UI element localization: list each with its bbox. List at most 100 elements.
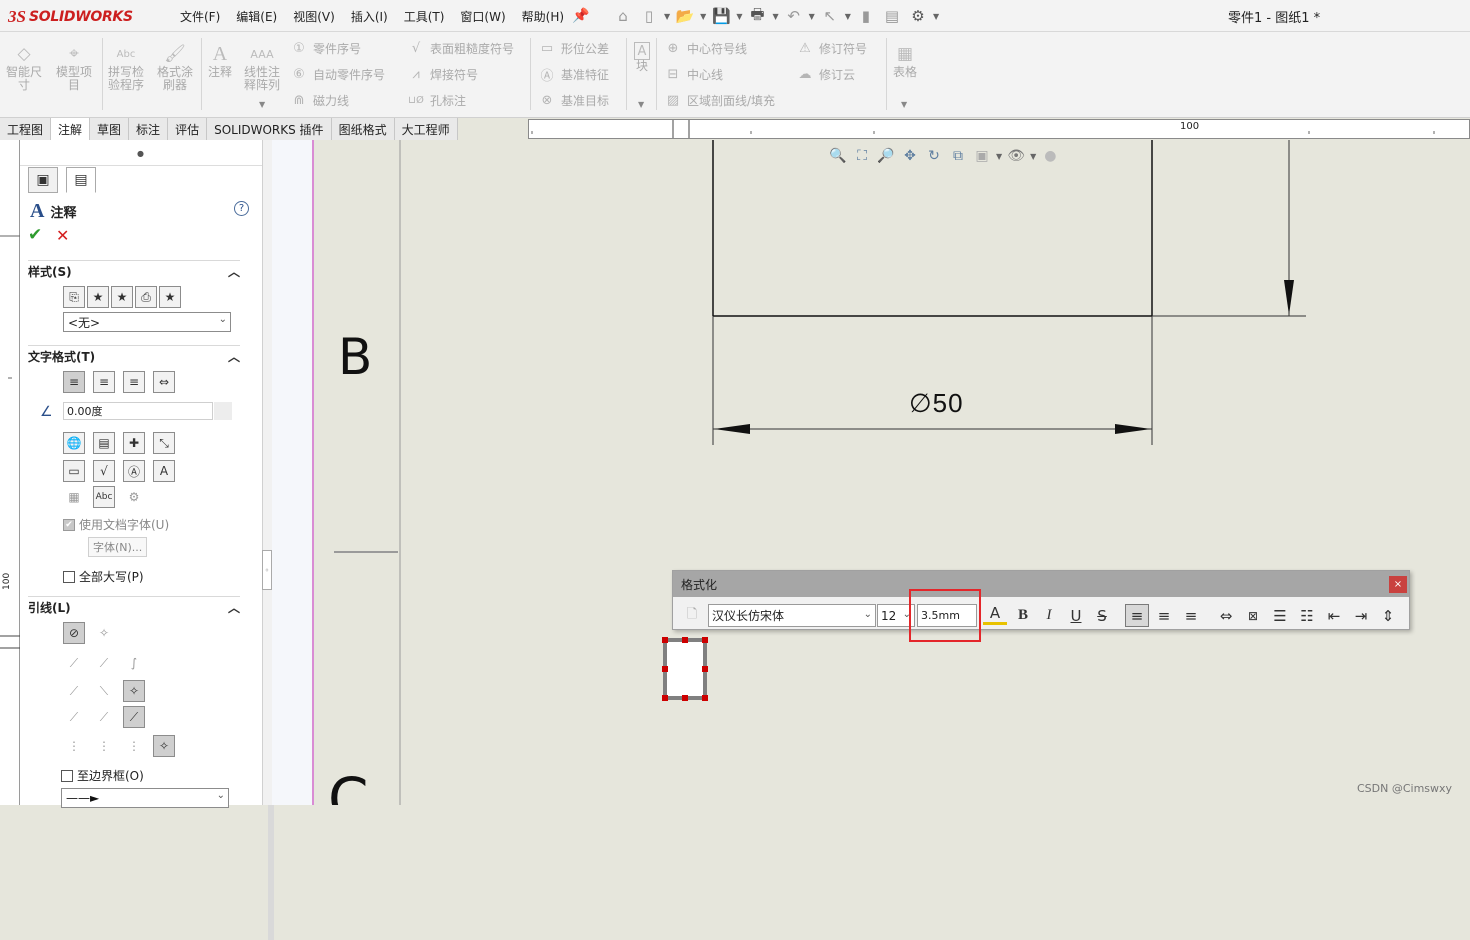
angle-input[interactable]: 0.00度	[63, 402, 213, 420]
hide-show-icon[interactable]: 👁	[1006, 146, 1026, 166]
tab-sketch[interactable]: 草图	[90, 118, 130, 140]
section-view-icon[interactable]: ⧉	[948, 146, 968, 166]
panel-splitter[interactable]	[262, 140, 272, 805]
select-cursor-icon[interactable]: ↖	[819, 5, 841, 27]
handle-icon[interactable]	[702, 666, 708, 672]
increase-indent-icon[interactable]: ⇥	[1349, 604, 1373, 627]
menu-insert[interactable]: 插入(I)	[351, 8, 388, 25]
leader-top-icon[interactable]: ⟋	[63, 706, 85, 728]
load-style-icon[interactable]: ★	[159, 286, 181, 308]
leader-left-icon[interactable]: ⟋	[63, 680, 85, 702]
save-dropdown-icon[interactable]: ▼	[736, 12, 742, 21]
block-button[interactable]: A 块	[620, 42, 664, 73]
stack-note-icon[interactable]: A	[153, 460, 175, 482]
close-icon[interactable]: ×	[1389, 576, 1407, 593]
tab-evaluate[interactable]: 评估	[168, 118, 208, 140]
table-dropdown-icon[interactable]: ▼	[901, 100, 907, 109]
menu-edit[interactable]: 编辑(E)	[236, 8, 277, 25]
save-style-icon[interactable]: ⎙	[135, 286, 157, 308]
rotate-icon[interactable]: ↻	[924, 146, 944, 166]
print-icon[interactable]: 🖶	[746, 5, 768, 27]
handle-icon[interactable]	[662, 695, 668, 701]
line-spacing-icon[interactable]: ⇕	[1376, 604, 1400, 627]
menu-file[interactable]: 文件(F)	[180, 8, 220, 25]
straight-leader-icon[interactable]: ⟋	[63, 652, 85, 674]
select-dropdown-icon[interactable]: ▼	[845, 12, 851, 21]
handle-icon[interactable]	[662, 637, 668, 643]
font-color-icon[interactable]: A	[983, 604, 1007, 625]
surface-finish-button[interactable]: √ 表面粗糙度符号	[407, 37, 514, 59]
surface-finish-small-icon[interactable]: √	[93, 460, 115, 482]
tab-feature-manager[interactable]: ▣	[28, 167, 58, 193]
use-document-font-checkbox[interactable]: ✔ 使用文档字体(U)	[63, 516, 169, 533]
tab-engineer[interactable]: 大工程师	[394, 118, 458, 140]
open-dropdown-icon[interactable]: ▼	[700, 12, 706, 21]
auto-balloon-button[interactable]: ⑥ 自动零件序号	[290, 63, 385, 85]
splitter-grip-icon[interactable]: ◦	[262, 550, 272, 590]
no-leader-icon[interactable]: ⊘	[63, 622, 85, 644]
tab-annotation[interactable]: 注解	[51, 118, 91, 140]
font-button[interactable]: 字体(N)...	[88, 537, 148, 557]
pattern-dropdown-icon[interactable]: ▼	[259, 100, 265, 109]
revision-cloud-button[interactable]: ☁ 修订云	[796, 63, 856, 85]
ok-button[interactable]: ✔	[28, 225, 42, 245]
fit-text-icon[interactable]: ⇔	[1214, 604, 1238, 627]
align-left-icon[interactable]: ≡	[1125, 604, 1149, 627]
text-style-icon[interactable]: 🗋	[680, 604, 704, 627]
table-button[interactable]: ▦ 表格	[882, 42, 928, 79]
insert-hyperlink-icon[interactable]: 🌐	[63, 432, 85, 454]
add-style-icon[interactable]: ★	[87, 286, 109, 308]
tab-sheet-format[interactable]: 图纸格式	[331, 118, 395, 140]
balloon-button[interactable]: ① 零件序号	[290, 37, 361, 59]
menu-tools[interactable]: 工具(T)	[404, 8, 445, 25]
graphics-area[interactable]: B C ∅50	[272, 140, 1470, 805]
cancel-button[interactable]: ✕	[56, 226, 69, 245]
menu-window[interactable]: 窗口(W)	[460, 8, 505, 25]
handle-icon[interactable]	[662, 666, 668, 672]
zoom-to-fit-icon[interactable]: 🔍	[828, 146, 848, 166]
datum-feature-button[interactable]: Ⓐ 基准特征	[538, 63, 609, 85]
gear-icon[interactable]: ⚙	[907, 5, 929, 27]
display-style-dropdown-icon[interactable]: ▼	[996, 152, 1002, 161]
decrease-indent-icon[interactable]: ⇤	[1322, 604, 1346, 627]
datum-small-icon[interactable]: Ⓐ	[123, 460, 145, 482]
angle-spinner[interactable]	[214, 402, 232, 420]
numbered-list-icon[interactable]: ☷	[1295, 604, 1319, 627]
magnetic-line-button[interactable]: ⋒ 磁力线	[290, 89, 349, 111]
home-icon[interactable]: ⌂	[612, 5, 634, 27]
centerline-button[interactable]: ⊟ 中心线	[664, 63, 723, 85]
new-document-icon[interactable]: ▯	[638, 5, 660, 27]
zoom-to-area-icon[interactable]: ⛶	[852, 146, 872, 166]
spell-check-small-icon[interactable]: Abc	[93, 486, 115, 508]
undo-dropdown-icon[interactable]: ▼	[809, 12, 815, 21]
pan-icon[interactable]: ✥	[900, 146, 920, 166]
link-property-icon[interactable]: ▤	[93, 432, 115, 454]
apply-default-style-icon[interactable]: ⎘	[63, 286, 85, 308]
font-family-select[interactable]: 汉仪长仿宋体 ⌄	[708, 604, 876, 627]
strikethrough-button[interactable]: S	[1090, 604, 1114, 627]
arrow-style-select[interactable]: ——► ⌄	[61, 788, 229, 808]
leader-bottom-icon[interactable]: ⟋	[93, 706, 115, 728]
tab-drawing[interactable]: 工程图	[0, 118, 52, 140]
smart-dimension-button[interactable]: ◇ 智能尺 寸	[0, 42, 48, 92]
leader-nearest-icon[interactable]: ✧	[123, 680, 145, 702]
style-section-header[interactable]: 样式(S) ︿	[28, 260, 240, 280]
format-painter-button[interactable]: 🖌 格式涂 刷器	[151, 42, 199, 92]
auto-leader-icon[interactable]: ✧	[93, 622, 115, 644]
previous-view-icon[interactable]: 🔎	[876, 146, 896, 166]
lock-attach-icon[interactable]: ⤡	[153, 432, 175, 454]
help-icon[interactable]: ?	[234, 201, 249, 216]
save-icon[interactable]: 💾	[710, 5, 732, 27]
leader-center-icon[interactable]: ⟋	[123, 706, 145, 728]
tab-markup[interactable]: 标注	[129, 118, 169, 140]
undo-icon[interactable]: ↶	[783, 5, 805, 27]
delete-style-icon[interactable]: ★	[111, 286, 133, 308]
display-style-icon[interactable]: ▣	[972, 146, 992, 166]
leader-attach-nearest-icon[interactable]: ✧	[153, 735, 175, 757]
revision-symbol-button[interactable]: ⚠ 修订符号	[796, 37, 867, 59]
handle-icon[interactable]	[682, 695, 688, 701]
block-dropdown-icon[interactable]: ▼	[638, 100, 644, 109]
align-left-icon[interactable]: ≡	[63, 371, 85, 393]
area-hatch-button[interactable]: ▨ 区域剖面线/填充	[664, 89, 775, 111]
geometric-tolerance-button[interactable]: ▭ 形位公差	[538, 37, 609, 59]
